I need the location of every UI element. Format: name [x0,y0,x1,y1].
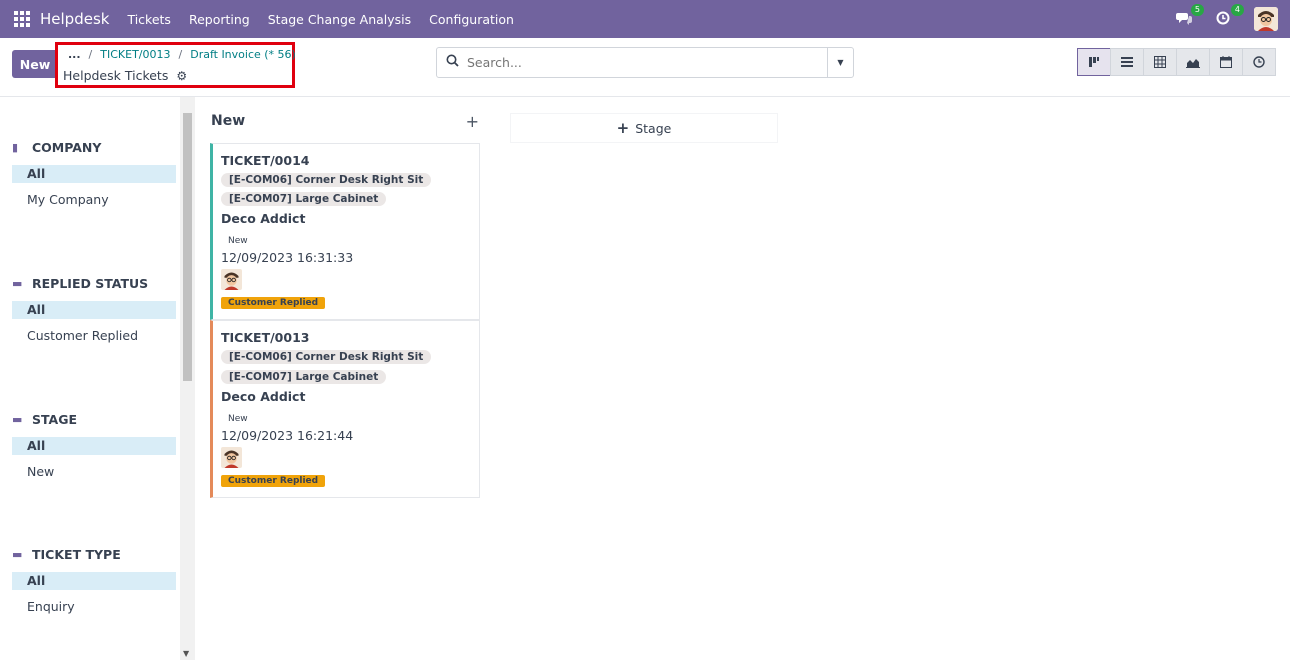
filter-group-title: STAGE [32,411,78,427]
activity-view-button[interactable] [1242,48,1276,76]
pivot-view-button[interactable] [1143,48,1177,76]
menu-tickets[interactable]: Tickets [127,12,171,27]
gear-icon[interactable]: ⚙ [176,69,187,83]
product-tag: [E-COM06] Corner Desk Right Sit [221,350,432,364]
activities-count-badge: 4 [1230,4,1244,16]
filter-item-new[interactable]: New [12,463,176,481]
assignee-avatar[interactable] [221,269,242,290]
app-brand[interactable]: Helpdesk [40,10,109,28]
card-stage: New [228,236,248,246]
filter-group-company: ▮ COMPANY All My Company [12,137,176,209]
add-stage-button[interactable]: + Stage [510,113,778,143]
view-switcher [1077,48,1276,76]
ticket-ref: TICKET/0013 [221,330,310,345]
add-stage-label: Stage [635,120,672,136]
product-tag: [E-COM07] Large Cabinet [221,192,387,206]
calendar-view-button[interactable] [1209,48,1243,76]
messages-count-badge: 5 [1190,4,1204,16]
building-icon: ▮ [12,140,19,154]
filter-group-ticket-type: ▬ TICKET TYPE All Enquiry [12,544,176,616]
sidebar-scrollbar[interactable]: ▼ [180,97,195,660]
apps-menu-icon[interactable] [14,11,30,27]
top-navbar: Helpdesk Tickets Reporting Stage Change … [0,0,1290,38]
filter-group-title: REPLIED STATUS [32,275,149,291]
filter-item-enquiry[interactable]: Enquiry [12,598,176,616]
breadcrumb-ticket[interactable]: TICKET/0013 [100,48,170,61]
card-stage: New [228,414,248,424]
partner-name: Deco Addict [221,211,306,226]
scrollbar-thumb[interactable] [183,113,192,381]
search-options-toggle[interactable]: ▼ [827,48,853,77]
filter-item-all[interactable]: All [12,165,176,183]
user-avatar[interactable] [1254,7,1278,31]
breadcrumb-separator: / [88,48,93,61]
filter-group-stage: ▬ STAGE All New [12,409,176,481]
new-button[interactable]: New [12,50,58,78]
filter-item-customer-replied[interactable]: Customer Replied [12,327,176,345]
breadcrumb-highlight: ... / TICKET/0013 / Draft Invoice (* 56)… [55,42,296,88]
filter-item-all[interactable]: All [12,301,176,319]
search-bar: ▼ [436,47,854,78]
search-input[interactable] [467,55,827,70]
folder-icon: ▬ [12,547,23,561]
list-view-button[interactable] [1110,48,1144,76]
kanban-view-button[interactable] [1077,48,1111,76]
folder-icon: ▬ [12,276,23,290]
kanban-card[interactable]: TICKET/0013 [E-COM06] Corner Desk Right … [210,320,480,498]
breadcrumb-draft-invoice[interactable]: Draft Invoice (* 56) [190,48,296,61]
product-tag: [E-COM06] Corner Desk Right Sit [221,173,432,187]
card-date: 12/09/2023 16:31:33 [221,250,354,265]
graph-view-button[interactable] [1176,48,1210,76]
column-title: New [211,113,246,129]
plus-icon: + [616,119,630,137]
status-badge: Customer Replied [221,297,326,309]
partner-name: Deco Addict [221,389,306,404]
breadcrumb-separator: / [178,48,183,61]
kanban-card[interactable]: TICKET/0014 [E-COM06] Corner Desk Right … [210,143,480,320]
activities-icon[interactable]: 4 [1216,4,1244,27]
breadcrumb: ... / TICKET/0013 / Draft Invoice (* 56) [68,48,296,61]
filter-item-my-company[interactable]: My Company [12,191,176,209]
filter-group-title: COMPANY [32,139,102,155]
menu-reporting[interactable]: Reporting [189,12,250,27]
quick-create-plus-icon[interactable]: + [466,112,481,131]
menu-configuration[interactable]: Configuration [429,12,514,27]
scroll-down-arrow[interactable]: ▼ [183,649,189,658]
assignee-avatar[interactable] [221,447,242,468]
filter-item-all[interactable]: All [12,572,176,590]
search-icon [437,54,467,71]
page-title: Helpdesk Tickets [63,68,169,83]
messages-icon[interactable]: 5 [1176,4,1204,27]
breadcrumb-dots[interactable]: ... [68,48,81,61]
menu-stage-change-analysis[interactable]: Stage Change Analysis [268,12,411,27]
control-panel: New ... / TICKET/0013 / Draft Invoice (*… [0,38,1290,97]
filter-item-all[interactable]: All [12,437,176,455]
status-badge: Customer Replied [221,475,326,487]
kanban-column-header: New + [211,111,481,131]
search-panel: ▮ COMPANY All My Company ▬ REPLIED STATUS … [0,97,196,660]
card-date: 12/09/2023 16:21:44 [221,428,354,443]
product-tag: [E-COM07] Large Cabinet [221,370,387,384]
ticket-ref: TICKET/0014 [221,153,310,168]
filter-group-replied-status: ▬ REPLIED STATUS All Customer Replied [12,273,176,345]
folder-icon: ▬ [12,412,23,426]
filter-group-title: TICKET TYPE [32,546,121,562]
